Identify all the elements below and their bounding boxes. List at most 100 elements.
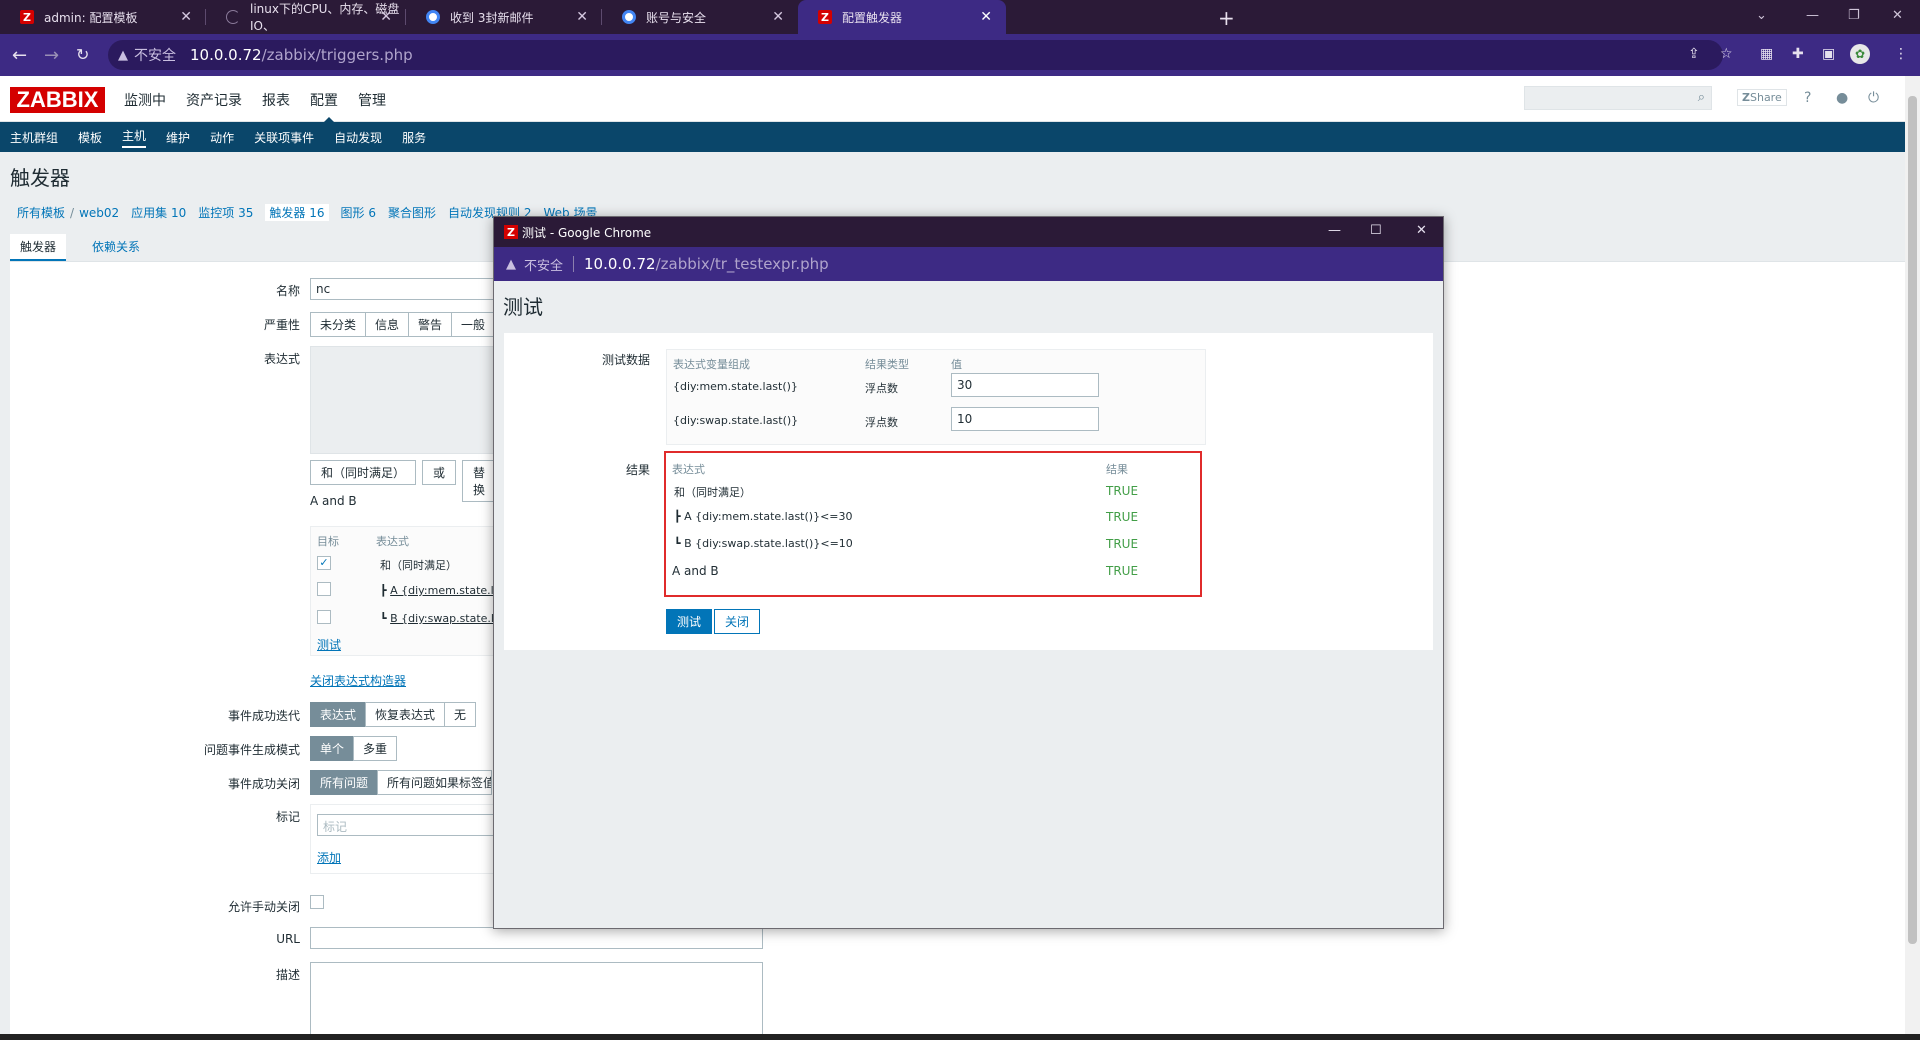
browser-tab-3[interactable]: 收到 3封新邮件 ✕ <box>406 0 602 34</box>
bc-graphs[interactable]: 图形 6 <box>341 204 376 221</box>
bc-triggers[interactable]: 触发器 16 <box>265 204 329 221</box>
tag-input[interactable]: 标记 <box>317 814 500 836</box>
menu-inventory[interactable]: 资产记录 <box>186 90 242 110</box>
bc-items[interactable]: 监控项 35 <box>198 204 253 221</box>
target-checkbox-b[interactable] <box>317 610 331 624</box>
problem-mode-multiple[interactable]: 多重 <box>353 736 398 761</box>
restore-icon[interactable]: ❐ <box>1848 8 1860 23</box>
close-icon[interactable]: ✕ <box>772 9 784 25</box>
scrollbar-thumb[interactable] <box>1908 96 1917 944</box>
severity-average[interactable]: 一般 <box>451 312 496 337</box>
browser-tab-4[interactable]: 账号与安全 ✕ <box>602 0 798 34</box>
bc-all-templates[interactable]: 所有模板 / web02 <box>17 204 119 221</box>
forward-icon[interactable]: → <box>44 45 59 66</box>
submenu-discovery[interactable]: 自动发现 <box>334 129 382 146</box>
result-table: 表达式 结果 和（同时满足） TRUE ┣ A {diy:mem.state.l… <box>664 451 1202 597</box>
minimize-icon[interactable]: — <box>1328 223 1341 238</box>
severity-information[interactable]: 信息 <box>365 312 410 337</box>
name-input[interactable]: nc <box>310 278 500 300</box>
target-checkbox-and[interactable]: ✓ <box>317 556 331 570</box>
profile-avatar-icon[interactable]: ✿ <box>1850 44 1870 64</box>
zabbix-logo[interactable]: ZABBIX <box>10 87 105 113</box>
submenu-actions[interactable]: 动作 <box>210 129 234 146</box>
test-link[interactable]: 测试 <box>317 636 341 653</box>
popup-address-bar[interactable]: ▲ 不安全 10.0.0.72 /zabbix/tr_testexpr.php <box>494 247 1443 281</box>
bc-screens[interactable]: 聚合图形 <box>388 204 436 221</box>
close-button[interactable]: 关闭 <box>714 609 761 634</box>
test-value-input[interactable]: 10 <box>951 407 1099 431</box>
row-a-expr[interactable]: A {diy:mem.state.la <box>390 584 498 597</box>
test-value-input[interactable]: 30 <box>951 373 1099 397</box>
share-page-icon[interactable]: ⇪ <box>1688 46 1700 62</box>
tab-search-icon[interactable]: ⌄ <box>1756 8 1767 23</box>
share-button[interactable]: ZShare <box>1737 89 1787 106</box>
search-input[interactable]: ⌕ <box>1524 86 1712 110</box>
browser-tab-2[interactable]: linux下的CPU、内存、磁盘IO、 ✕ <box>206 0 406 34</box>
manual-close-checkbox[interactable] <box>310 895 324 909</box>
bc-apps[interactable]: 应用集 10 <box>131 204 186 221</box>
close-icon[interactable]: ✕ <box>980 9 992 25</box>
or-button[interactable]: 或 <box>422 460 457 485</box>
problem-mode-single[interactable]: 单个 <box>310 736 355 761</box>
logout-icon[interactable]: ⏻ <box>1868 90 1879 106</box>
browser-tab-active[interactable]: Z 配置触发器 ✕ <box>798 0 1006 34</box>
user-profile-icon[interactable]: ● <box>1836 90 1848 106</box>
page-title: 触发器 <box>10 166 70 190</box>
minimize-icon[interactable]: — <box>1806 8 1819 23</box>
extension-icon[interactable]: ▦ <box>1760 46 1773 62</box>
add-tag-link[interactable]: 添加 <box>317 849 341 866</box>
target-checkbox-a[interactable] <box>317 582 331 596</box>
close-icon[interactable]: ✕ <box>380 9 392 25</box>
and-button[interactable]: 和（同时满足） <box>310 460 417 485</box>
description-textarea[interactable] <box>310 962 763 1040</box>
row-b-expr[interactable]: B {diy:swap.state.la <box>390 612 498 625</box>
submenu-correlation[interactable]: 关联项事件 <box>254 129 314 146</box>
ok-close-all[interactable]: 所有问题 <box>310 770 379 795</box>
replace-button[interactable]: 替换 <box>462 460 496 502</box>
severity-not-classified[interactable]: 未分类 <box>310 312 367 337</box>
url-input[interactable] <box>310 927 763 949</box>
test-button[interactable]: 测试 <box>666 609 713 634</box>
bc-label: 所有模板 <box>17 206 66 220</box>
bc-host[interactable]: web02 <box>79 206 119 220</box>
close-window-icon[interactable]: ✕ <box>1416 223 1427 238</box>
severity-warning[interactable]: 警告 <box>408 312 453 337</box>
ok-gen-none[interactable]: 无 <box>444 702 477 727</box>
help-icon[interactable]: ? <box>1804 90 1811 106</box>
submenu-templates[interactable]: 模板 <box>78 129 102 146</box>
close-expression-builder-link[interactable]: 关闭表达式构造器 <box>310 672 406 689</box>
menu-configuration[interactable]: 配置 <box>310 90 338 124</box>
menu-administration[interactable]: 管理 <box>358 90 386 110</box>
back-icon[interactable]: ← <box>12 45 27 66</box>
new-tab-icon[interactable]: + <box>1218 6 1235 30</box>
reload-icon[interactable]: ↻ <box>76 45 89 64</box>
close-icon[interactable]: ✕ <box>576 9 588 25</box>
tab-dependencies[interactable]: 依赖关系 <box>82 234 150 261</box>
sidepanel-icon[interactable]: ▣ <box>1822 46 1835 62</box>
search-icon[interactable]: ⌕ <box>1698 90 1705 105</box>
submenu-hosts[interactable]: 主机 <box>122 127 147 148</box>
bookmark-star-icon[interactable]: ☆ <box>1720 46 1733 62</box>
expression-textarea[interactable] <box>310 346 500 454</box>
address-bar[interactable]: ▲ 不安全 10.0.0.72 /zabbix/triggers.php <box>108 40 1723 70</box>
submenu-host-groups[interactable]: 主机群组 <box>10 129 58 146</box>
menu-kebab-icon[interactable]: ⋮ <box>1894 46 1908 62</box>
ok-gen-recovery[interactable]: 恢复表达式 <box>365 702 446 727</box>
submenu-services[interactable]: 服务 <box>402 129 426 146</box>
page-scrollbar[interactable] <box>1905 76 1920 1034</box>
puzzle-icon[interactable]: ✚ <box>1792 46 1804 62</box>
browser-tab-1[interactable]: Z admin: 配置模板 ✕ <box>0 0 206 34</box>
bc-label: 应用集 <box>131 206 168 220</box>
submenu-maintenance[interactable]: 维护 <box>166 129 190 146</box>
ok-gen-expression[interactable]: 表达式 <box>310 702 367 727</box>
maximize-icon[interactable]: ☐ <box>1370 223 1382 238</box>
tab-trigger[interactable]: 触发器 <box>10 234 67 261</box>
test-row-type: 浮点数 <box>865 416 898 429</box>
ok-close-tag[interactable]: 所有问题如果标签值 <box>377 770 493 795</box>
close-window-icon[interactable]: ✕ <box>1892 8 1903 23</box>
menu-monitoring[interactable]: 监测中 <box>124 90 166 110</box>
popup-titlebar[interactable]: Z 测试 - Google Chrome — ☐ ✕ <box>494 217 1443 247</box>
menu-reports[interactable]: 报表 <box>262 90 290 110</box>
close-icon[interactable]: ✕ <box>180 9 192 25</box>
popup-heading: 测试 <box>503 295 543 319</box>
